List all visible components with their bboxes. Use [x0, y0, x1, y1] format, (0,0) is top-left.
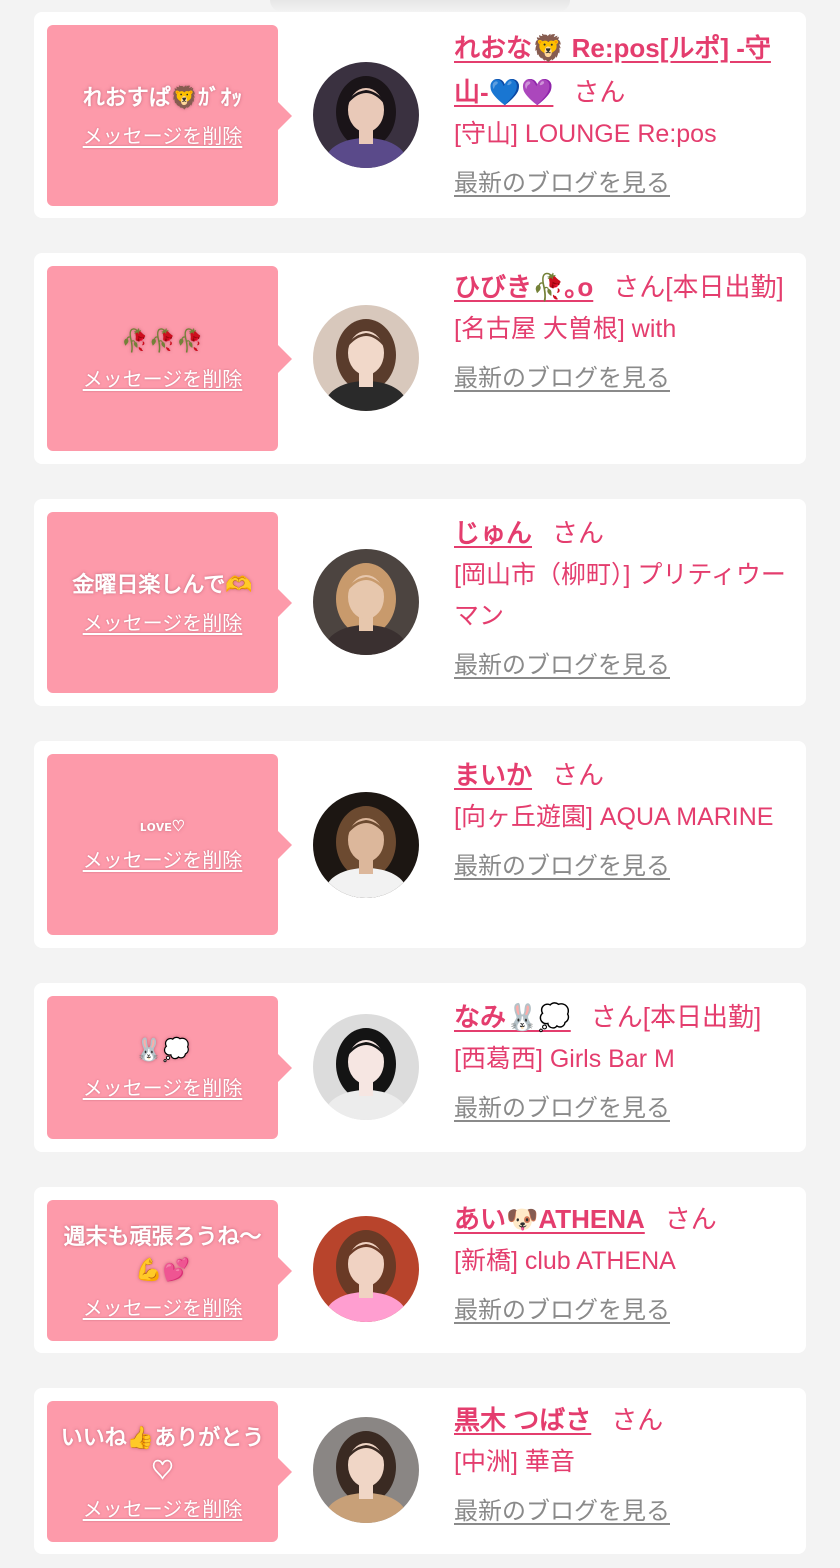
avatar[interactable] — [313, 62, 419, 168]
latest-blog-link[interactable]: 最新のブログを見る — [454, 1497, 670, 1527]
message-bubble: れおすぱ🦁ｶﾞｵｯ メッセージを削除 — [47, 25, 292, 206]
status-text: [本日出勤] — [665, 272, 784, 302]
honorific: さん — [573, 77, 626, 107]
message-card: 週末も頑張ろうね〜💪💕 メッセージを削除 あい🐶ATHENA さん [新橋] cl… — [34, 1187, 806, 1353]
cast-name-link[interactable]: じゅん — [454, 518, 532, 548]
message-text: 🐰💭 — [135, 1037, 190, 1062]
shop-name: [守山] LOUNGE Re:pos — [454, 120, 717, 148]
cast-name-link[interactable]: なみ🐰💭 — [454, 1002, 571, 1032]
delete-message-link[interactable]: メッセージを削除 — [83, 1497, 243, 1523]
name-line: まいか さん — [454, 753, 798, 797]
shop-name: [名古屋 大曽根] with — [454, 315, 677, 343]
name-line: なみ🐰💭 さん[本日出勤] — [454, 995, 798, 1039]
honorific: さん — [590, 1002, 643, 1032]
message-card: 🐰💭 メッセージを削除 なみ🐰💭 さん[本日出勤] [西葛西] Girls Bar… — [34, 983, 806, 1152]
avatar[interactable] — [313, 305, 419, 411]
message-bubble: 🥀🥀🥀 メッセージを削除 — [47, 266, 292, 451]
avatar[interactable] — [313, 1014, 419, 1120]
honorific: さん — [611, 1405, 664, 1435]
status-text: [本日出勤] — [642, 1002, 762, 1032]
message-card: ʟᴏᴠᴇ♡ メッセージを削除 まいか さん [向ヶ丘遊園] AQUA MARINE… — [34, 741, 806, 948]
message-text: いいね👍ありがとう♡ — [60, 1424, 265, 1483]
cast-name-link[interactable]: まいか — [454, 760, 532, 790]
message-bubble: 金曜日楽しんで🫶 メッセージを削除 — [47, 512, 292, 693]
shop-name: [向ヶ丘遊園] AQUA MARINE — [454, 803, 774, 831]
name-line: じゅん さん — [454, 511, 798, 555]
avatar[interactable] — [313, 792, 419, 898]
shop-name: [岡山市（柳町）] プリティウーマン — [454, 561, 786, 630]
latest-blog-link[interactable]: 最新のブログを見る — [454, 1094, 670, 1124]
latest-blog-link[interactable]: 最新のブログを見る — [454, 1296, 670, 1326]
shop-name: [新橋] club ATHENA — [454, 1247, 676, 1275]
message-text: ʟᴏᴠᴇ♡ — [139, 817, 186, 835]
message-card: れおすぱ🦁ｶﾞｵｯ メッセージを削除 れおな🦁 Re:pos[ルポ] -守山-💙… — [34, 12, 806, 218]
latest-blog-link[interactable]: 最新のブログを見る — [454, 364, 670, 394]
delete-message-link[interactable]: メッセージを削除 — [83, 1076, 243, 1102]
message-bubble: 🐰💭 メッセージを削除 — [47, 996, 292, 1139]
name-line: あい🐶ATHENA さん — [454, 1197, 798, 1241]
message-bubble: ʟᴏᴠᴇ♡ メッセージを削除 — [47, 754, 292, 935]
message-bubble: いいね👍ありがとう♡ メッセージを削除 — [47, 1401, 292, 1542]
profile-photo-icon — [313, 305, 419, 411]
honorific: さん — [664, 1204, 717, 1234]
message-text: 週末も頑張ろうね〜💪💕 — [63, 1223, 262, 1282]
name-line: れおな🦁 Re:pos[ルポ] -守山-💙💜 さん — [454, 26, 798, 114]
scroll-shadow — [270, 0, 570, 12]
latest-blog-link[interactable]: 最新のブログを見る — [454, 169, 670, 199]
avatar[interactable] — [313, 549, 419, 655]
delete-message-link[interactable]: メッセージを削除 — [83, 1296, 243, 1322]
honorific: さん — [552, 760, 605, 790]
honorific: さん — [613, 272, 666, 302]
message-card: 金曜日楽しんで🫶 メッセージを削除 じゅん さん [岡山市（柳町）] プリティウー… — [34, 499, 806, 706]
profile-photo-icon — [313, 792, 419, 898]
message-bubble: 週末も頑張ろうね〜💪💕 メッセージを削除 — [47, 1200, 292, 1341]
delete-message-link[interactable]: メッセージを削除 — [83, 367, 243, 393]
message-text: れおすぱ🦁ｶﾞｵｯ — [82, 85, 243, 110]
shop-name: [中洲] 華音 — [454, 1448, 575, 1476]
latest-blog-link[interactable]: 最新のブログを見る — [454, 651, 670, 681]
name-line: 黒木 つばさ さん — [454, 1398, 798, 1442]
latest-blog-link[interactable]: 最新のブログを見る — [454, 852, 670, 882]
cast-name-link[interactable]: 黒木 つばさ — [454, 1405, 591, 1435]
avatar[interactable] — [313, 1417, 419, 1523]
profile-photo-icon — [313, 62, 419, 168]
delete-message-link[interactable]: メッセージを削除 — [83, 848, 243, 874]
message-text: 🥀🥀🥀 — [121, 328, 204, 353]
message-text: 金曜日楽しんで🫶 — [72, 572, 253, 597]
profile-photo-icon — [313, 549, 419, 655]
cast-name-link[interactable]: ひびき🥀｡o — [454, 272, 593, 302]
profile-photo-icon — [313, 1014, 419, 1120]
profile-photo-icon — [313, 1216, 419, 1322]
honorific: さん — [552, 518, 605, 548]
message-list: れおすぱ🦁ｶﾞｵｯ メッセージを削除 れおな🦁 Re:pos[ルポ] -守山-💙… — [0, 0, 840, 1568]
message-card: 🥀🥀🥀 メッセージを削除 ひびき🥀｡o さん[本日出勤] [名古屋 大曽根] wi… — [34, 253, 806, 464]
delete-message-link[interactable]: メッセージを削除 — [83, 611, 243, 637]
message-card: いいね👍ありがとう♡ メッセージを削除 黒木 つばさ さん [中洲] 華音 最新の… — [34, 1388, 806, 1554]
shop-name: [西葛西] Girls Bar M — [454, 1045, 675, 1073]
profile-photo-icon — [313, 1417, 419, 1523]
avatar[interactable] — [313, 1216, 419, 1322]
cast-name-link[interactable]: あい🐶ATHENA — [454, 1204, 645, 1234]
name-line: ひびき🥀｡o さん[本日出勤] — [454, 265, 798, 309]
delete-message-link[interactable]: メッセージを削除 — [83, 124, 243, 150]
